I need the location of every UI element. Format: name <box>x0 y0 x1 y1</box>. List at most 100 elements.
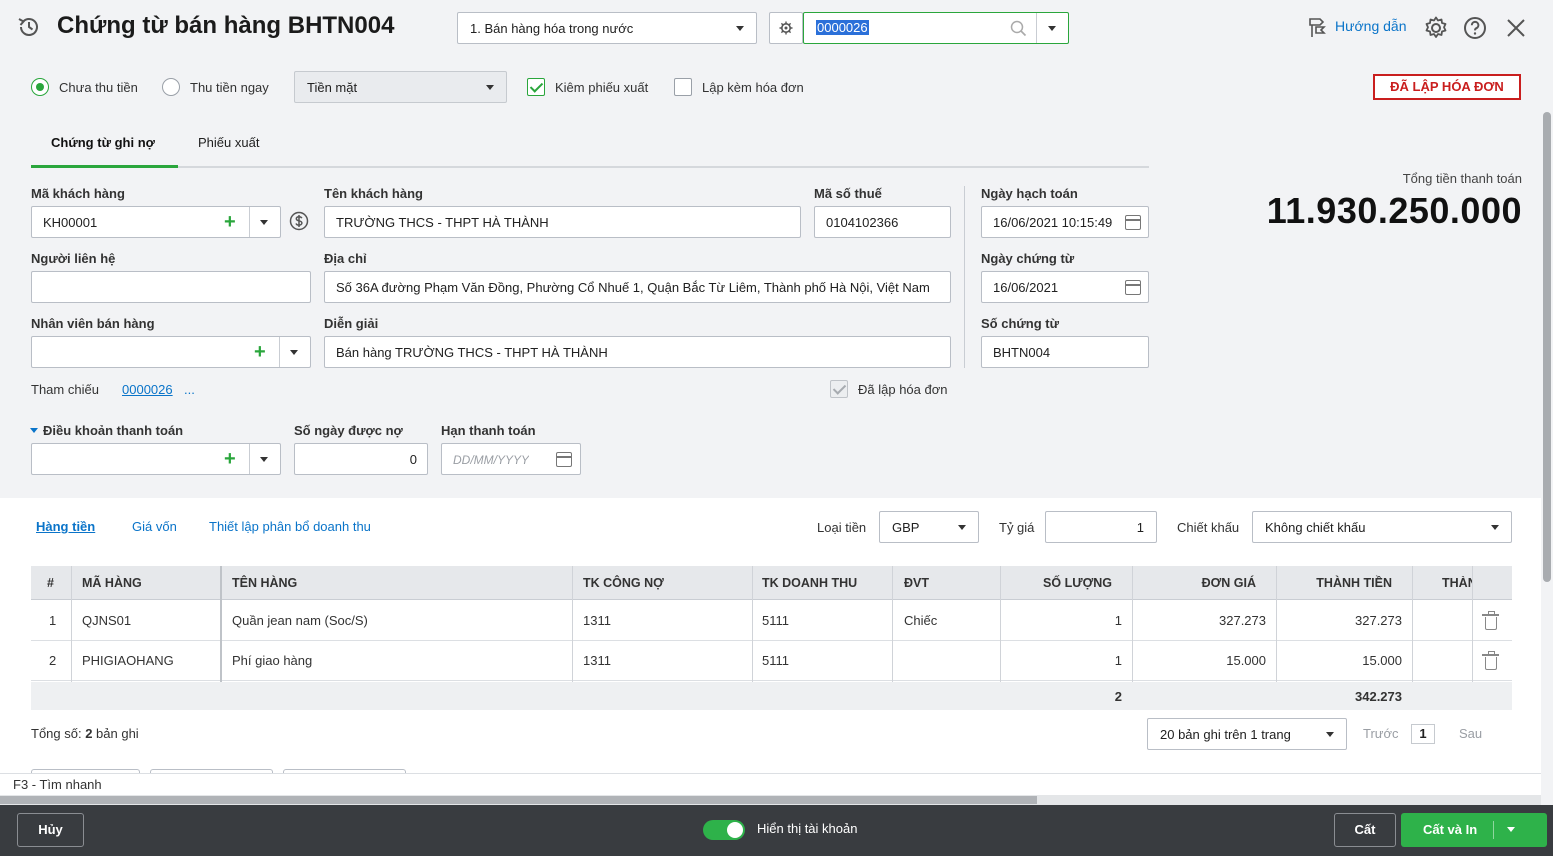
discount-label: Chiết khấu <box>1177 520 1240 535</box>
invoiced-label: Đã lập hóa đơn <box>858 382 948 397</box>
cancel-button[interactable]: Hủy <box>17 813 84 847</box>
invoiced-checkbox <box>830 380 848 398</box>
doc-search-input[interactable]: 0000026 <box>803 12 1069 44</box>
horizontal-scrollbar-thumb[interactable] <box>0 796 1037 804</box>
quick-search-hint: F3 - Tìm nhanh <box>13 777 102 792</box>
salesperson-input[interactable]: + <box>31 336 311 368</box>
table-header: # MÃ HÀNG TÊN HÀNG TK CÔNG NỢ TK DOANH T… <box>31 566 1512 600</box>
search-icon[interactable] <box>1010 20 1027 37</box>
reference-link[interactable]: 0000026 <box>122 382 173 397</box>
help-icon[interactable] <box>1463 16 1487 40</box>
paid-now-label: Thu tiền ngay <box>190 80 269 95</box>
invoice-label: Lập kèm hóa đơn <box>702 80 804 95</box>
next-page-button[interactable]: Sau <box>1459 726 1482 741</box>
discount-select[interactable]: Không chiết khấu <box>1252 511 1512 543</box>
tab-revenue-allocation[interactable]: Thiết lập phân bổ doanh thu <box>209 519 371 534</box>
chevron-down-icon[interactable] <box>290 350 298 355</box>
collapse-caret-icon[interactable] <box>30 428 38 433</box>
doc-date-label: Ngày chứng từ <box>981 251 1075 266</box>
tab-debit-voucher[interactable]: Chứng từ ghi nợ <box>51 135 155 150</box>
customer-name-label: Tên khách hàng <box>324 186 423 201</box>
delete-row-icon[interactable] <box>1482 651 1499 670</box>
credit-days-label: Số ngày được nợ <box>294 423 403 438</box>
tab-export-slip[interactable]: Phiếu xuất <box>198 135 259 150</box>
payment-terms-input[interactable]: + <box>31 443 281 475</box>
due-date-label: Hạn thanh toán <box>441 423 536 438</box>
calendar-icon[interactable] <box>1125 280 1141 295</box>
table-row[interactable]: 1 QJNS01 Quần jean nam (Soc/S) 1311 5111… <box>31 601 1512 641</box>
gear-icon[interactable] <box>1423 15 1449 41</box>
chevron-down-icon[interactable] <box>1507 827 1515 832</box>
chevron-down-icon <box>486 85 494 90</box>
contact-input[interactable] <box>31 271 311 303</box>
dollar-icon[interactable] <box>289 211 309 231</box>
payment-method-select[interactable]: Tiền mặt <box>294 71 507 103</box>
table-row[interactable]: 2 PHIGIAOHANG Phí giao hàng 1311 5111 1 … <box>31 641 1512 681</box>
save-print-button[interactable]: Cất và In <box>1401 813 1547 847</box>
close-icon[interactable] <box>1505 17 1527 39</box>
customer-code-input[interactable]: KH00001 + <box>31 206 281 238</box>
export-slip-label: Kiêm phiếu xuất <box>555 80 649 95</box>
help-link[interactable]: Hướng dẫn <box>1335 18 1406 34</box>
add-icon[interactable]: + <box>254 342 266 362</box>
reference-label: Tham chiếu <box>31 382 99 397</box>
page-title: Chứng từ bán hàng BHTN004 <box>57 12 395 39</box>
status-badge: ĐÃ LẬP HÓA ĐƠN <box>1373 74 1521 100</box>
history-icon[interactable] <box>16 14 42 40</box>
address-label: Địa chỉ <box>324 251 367 266</box>
vertical-scrollbar-thumb[interactable] <box>1543 112 1551 582</box>
salesperson-label: Nhân viên bán hàng <box>31 316 155 331</box>
total-value: 11.930.250.000 <box>1266 190 1522 231</box>
address-input[interactable]: Số 36A đường Phạm Văn Đồng, Phường Cổ Nh… <box>324 271 951 303</box>
total-label: Tổng tiền thanh toán <box>1402 171 1522 186</box>
credit-days-input[interactable]: 0 <box>294 443 428 475</box>
calendar-icon[interactable] <box>1125 215 1141 230</box>
reference-more-button[interactable]: ... <box>184 382 195 397</box>
payment-terms-label: Điều khoản thanh toán <box>43 423 184 438</box>
tab-goods-money[interactable]: Hàng tiền <box>36 519 95 534</box>
contact-label: Người liên hệ <box>31 251 116 266</box>
page-number[interactable]: 1 <box>1411 724 1435 744</box>
tab-cost-price[interactable]: Giá vốn <box>132 519 177 534</box>
gear-icon <box>779 21 793 35</box>
sale-type-select[interactable]: 1. Bán hàng hóa trong nước <box>457 12 757 44</box>
summary-row: 2 342.273 <box>31 682 1512 710</box>
chevron-down-icon <box>1491 525 1499 530</box>
posting-date-label: Ngày hạch toán <box>981 186 1078 201</box>
chevron-down-icon[interactable] <box>1048 26 1056 31</box>
calendar-icon[interactable] <box>556 452 572 467</box>
chevron-down-icon <box>736 26 744 31</box>
paid-now-radio[interactable] <box>162 78 180 96</box>
guide-icon[interactable] <box>1306 16 1330 40</box>
save-button[interactable]: Cất <box>1334 813 1396 847</box>
add-icon[interactable]: + <box>224 212 236 232</box>
settings-small-button[interactable] <box>769 12 803 44</box>
export-slip-checkbox[interactable] <box>527 78 545 96</box>
doc-date-input[interactable]: 16/06/2021 <box>981 271 1149 303</box>
chevron-down-icon <box>1326 732 1334 737</box>
prev-page-button[interactable]: Trước <box>1363 726 1399 741</box>
hint-strip: F3 - Tìm nhanh <box>0 773 1541 795</box>
show-account-toggle[interactable] <box>703 820 745 840</box>
rate-label: Tỷ giá <box>999 520 1035 535</box>
customer-name-input[interactable]: TRƯỜNG THCS - THPT HÀ THÀNH <box>324 206 801 238</box>
chevron-down-icon[interactable] <box>260 220 268 225</box>
doc-no-input[interactable]: BHTN004 <box>981 336 1149 368</box>
due-date-input[interactable]: DD/MM/YYYY <box>441 443 581 475</box>
unpaid-radio[interactable] <box>31 78 49 96</box>
currency-label: Loại tiền <box>817 520 867 535</box>
currency-select[interactable]: GBP <box>879 511 979 543</box>
posting-date-input[interactable]: 16/06/2021 10:15:49 <box>981 206 1149 238</box>
description-input[interactable]: Bán hàng TRƯỜNG THCS - THPT HÀ THÀNH <box>324 336 951 368</box>
doc-no-label: Số chứng từ <box>981 316 1060 331</box>
add-icon[interactable]: + <box>224 449 236 469</box>
tax-code-input[interactable]: 0104102366 <box>814 206 951 238</box>
rate-input[interactable]: 1 <box>1045 511 1157 543</box>
chevron-down-icon[interactable] <box>260 457 268 462</box>
header-bar: Chứng từ bán hàng BHTN004 1. Bán hàng hó… <box>0 0 1553 56</box>
page-size-select[interactable]: 20 bản ghi trên 1 trang <box>1147 718 1347 750</box>
unpaid-label: Chưa thu tiền <box>59 80 138 95</box>
delete-row-icon[interactable] <box>1482 611 1499 630</box>
description-label: Diễn giải <box>324 316 379 331</box>
invoice-checkbox[interactable] <box>674 78 692 96</box>
